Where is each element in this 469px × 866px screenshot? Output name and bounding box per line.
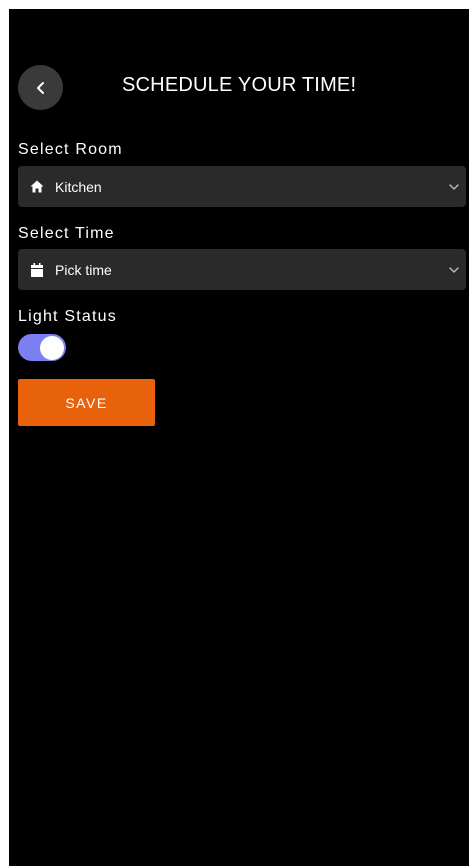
light-status-label: Light Status: [18, 308, 117, 325]
room-select[interactable]: Kitchen: [18, 166, 466, 207]
toggle-knob: [40, 335, 64, 360]
chevron-left-icon: [34, 81, 48, 95]
select-room-label: Select Room: [18, 141, 123, 158]
room-select-value: Kitchen: [55, 178, 102, 195]
select-time-label: Select Time: [18, 225, 115, 242]
header: SCHEDULE YOUR TIME!: [9, 65, 469, 111]
calendar-icon: [29, 262, 45, 278]
time-select-value: Pick time: [55, 261, 112, 278]
chevron-down-icon: [448, 181, 460, 193]
back-button[interactable]: [18, 65, 63, 110]
home-icon: [29, 179, 45, 195]
chevron-down-icon: [448, 264, 460, 276]
page-title: SCHEDULE YOUR TIME!: [122, 74, 357, 96]
save-button[interactable]: SAVE: [18, 379, 155, 426]
time-select[interactable]: Pick time: [18, 249, 466, 290]
schedule-screen: SCHEDULE YOUR TIME! Select Room Kitchen …: [9, 9, 469, 866]
light-status-toggle[interactable]: [18, 334, 66, 361]
